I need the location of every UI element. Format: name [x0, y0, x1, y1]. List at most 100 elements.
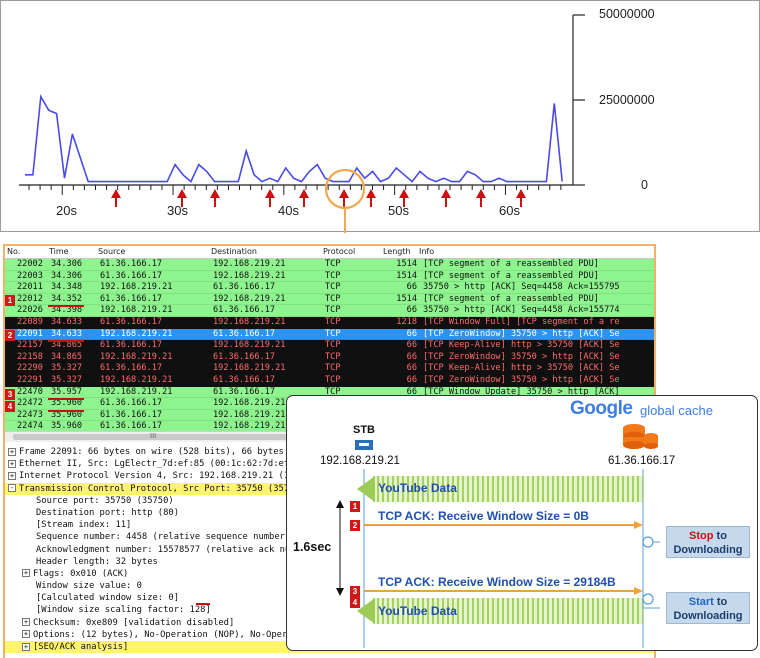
packet-row[interactable]: 22291 35.327 192.168.219.21 61.36.166.17 TCP… — [5, 374, 654, 387]
expand-icon[interactable]: + — [8, 459, 16, 468]
cell-no: 22473 — [17, 409, 43, 420]
cell-src: 61.36.166.17 — [100, 270, 163, 281]
cell-info: 35750 > http [ACK] Seq=4458 Ack=155774 — [423, 305, 620, 316]
marker-1: 1 — [5, 295, 15, 306]
packet-row[interactable]: 22026 34.398 192.168.219.21 61.36.166.17 TCP… — [5, 305, 654, 317]
cell-time: 34.352 — [51, 293, 83, 304]
underline-calc-window — [196, 603, 210, 605]
stb-label: STB — [353, 424, 375, 436]
packet-list-header[interactable]: No. Time Source Destination Protocol Len… — [5, 246, 654, 259]
packet-row[interactable]: 22290 35.327 61.36.166.17 192.168.219.21 TCP… — [5, 363, 654, 375]
cell-time: 35.327 — [51, 363, 83, 374]
expand-icon[interactable]: + — [22, 618, 30, 627]
youtube-data-label-2: YouTube Data — [378, 604, 457, 618]
database-icon — [623, 424, 658, 449]
cell-src: 192.168.219.21 — [100, 328, 173, 339]
detail-text: Sequence number: 4458 (relative sequence… — [36, 532, 291, 543]
cell-info: [TCP Keep-Alive] http > 35750 [ACK] Se — [423, 340, 620, 351]
duration-label: 1.6sec — [293, 540, 332, 554]
stop-to: to — [713, 530, 727, 542]
cell-info: [TCP ZeroWindow] 35750 > http [ACK] Se — [423, 374, 620, 385]
underline-time-4 — [48, 410, 84, 412]
start-connector — [642, 591, 660, 609]
start-to: to — [713, 596, 728, 608]
packet-row[interactable]: 22158 34.865 192.168.219.21 61.36.166.17 TCP… — [5, 351, 654, 364]
cell-proto: TCP — [325, 328, 341, 339]
flow-diagram: Google global cache STB 192.168.219.21 6… — [286, 395, 758, 651]
cell-len: 66 — [406, 340, 417, 351]
cell-time: 34.633 — [51, 328, 83, 339]
start-word: Start — [688, 596, 714, 608]
expand-icon[interactable]: + — [22, 630, 30, 639]
red-arrow-icon — [476, 189, 486, 207]
expand-icon[interactable]: + — [22, 569, 30, 578]
cell-dst: 61.36.166.17 — [213, 386, 276, 397]
arrow-head — [299, 189, 309, 198]
expand-icon[interactable]: + — [22, 642, 30, 651]
col-protocol[interactable]: Protocol — [323, 247, 355, 256]
stop-word: Stop — [689, 530, 714, 542]
cell-dst: 192.168.219.21 — [213, 270, 286, 281]
col-length[interactable]: Length — [383, 247, 411, 256]
packet-row[interactable]: 22157 34.865 61.36.166.17 192.168.219.21 TCP… — [5, 340, 654, 352]
arrow-head — [476, 189, 486, 198]
packet-row[interactable]: 22011 34.348 192.168.219.21 61.36.166.17 TCP… — [5, 282, 654, 294]
cell-proto: TCP — [325, 293, 341, 304]
packet-row[interactable]: 22003 34.306 61.36.166.17 192.168.219.21 TCP… — [5, 270, 654, 283]
col-source[interactable]: Source — [98, 247, 125, 256]
cell-proto: TCP — [325, 270, 341, 281]
cell-time: 34.348 — [51, 282, 83, 293]
underline-time-2 — [48, 340, 84, 342]
cell-no: 22470 — [17, 386, 43, 397]
collapse-icon[interactable]: - — [8, 484, 16, 493]
packet-row[interactable]: 22089 34.633 61.36.166.17 192.168.219.21 TCP… — [5, 316, 654, 329]
cell-no: 22158 — [17, 351, 43, 362]
detail-text: Window size value: 0 — [36, 581, 142, 592]
ack-open-label: TCP ACK: Receive Window Size = 29184B — [378, 575, 616, 589]
packet-row[interactable]: 22002 34.306 61.36.166.17 192.168.219.21 TCP… — [5, 259, 654, 271]
cell-time: 34.306 — [51, 270, 83, 281]
cell-info: [TCP ZeroWindow] 35750 > http [ACK] Se — [423, 351, 620, 362]
cell-dst: 192.168.219.21 — [213, 293, 286, 304]
cell-time: 35.957 — [51, 386, 83, 397]
cell-len: 66 — [406, 282, 417, 293]
col-destination[interactable]: Destination — [211, 247, 257, 256]
arrow-head — [366, 189, 376, 198]
y-tick-25000000: 25000000 — [599, 93, 655, 107]
cell-no: 22012 — [17, 293, 43, 304]
cell-proto: TCP — [325, 363, 341, 374]
server-ip: 61.36.166.17 — [608, 455, 676, 467]
cell-dst: 61.36.166.17 — [213, 328, 276, 339]
cell-dst: 192.168.219.21 — [213, 398, 286, 409]
cell-src: 192.168.219.21 — [100, 351, 173, 362]
arrow-head — [516, 189, 526, 198]
packet-row[interactable]: 22012 34.352 61.36.166.17 192.168.219.21 TCP… — [5, 293, 654, 306]
cell-src: 61.36.166.17 — [100, 340, 163, 351]
cell-src: 61.36.166.17 — [100, 363, 163, 374]
cell-len: 1218 — [396, 316, 417, 327]
cell-proto: TCP — [325, 282, 341, 293]
arrow-head — [441, 189, 451, 198]
col-time[interactable]: Time — [49, 247, 69, 256]
packet-row[interactable]: 22091 34.633 192.168.219.21 61.36.166.17 TCP… — [5, 328, 654, 341]
io-throughput-line — [25, 94, 563, 183]
detail-text: [Calculated window size: 0] — [36, 593, 179, 604]
cell-src: 61.36.166.17 — [100, 316, 163, 327]
detail-text: Destination port: http (80) — [36, 507, 179, 518]
marker-4: 4 — [5, 401, 15, 412]
io-graph-canvas — [19, 14, 585, 233]
cell-dst: 61.36.166.17 — [213, 351, 276, 362]
expand-icon[interactable]: + — [8, 447, 16, 456]
cell-proto: TCP — [325, 351, 341, 362]
cell-no: 22157 — [17, 340, 43, 351]
start-downloading-box: Start to Downloading — [666, 592, 750, 624]
expand-icon[interactable]: + — [8, 471, 16, 480]
arrow-head — [111, 189, 121, 198]
cell-info: [TCP segment of a reassembled PDU] — [423, 293, 599, 304]
cell-dst: 61.36.166.17 — [213, 282, 276, 293]
col-info[interactable]: Info — [419, 247, 434, 256]
col-no[interactable]: No. — [7, 247, 20, 256]
cell-proto: TCP — [325, 305, 341, 316]
red-arrow-icon — [210, 189, 220, 207]
cell-dst: 192.168.219.21 — [213, 340, 286, 351]
